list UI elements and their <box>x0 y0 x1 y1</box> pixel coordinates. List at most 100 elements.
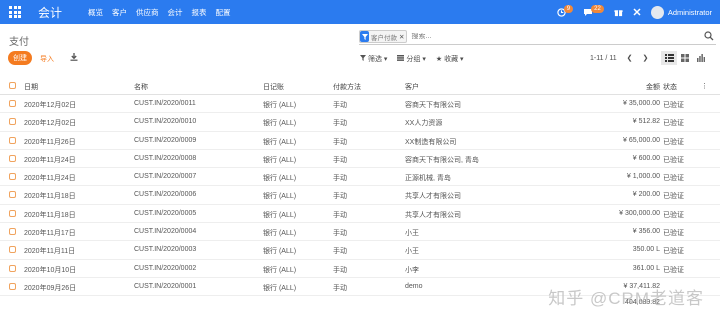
table-row[interactable]: 2020年10月10日 CUST.IN/2020/0002 银行 (ALL) 手动 小李… <box>0 260 720 278</box>
funnel-icon <box>360 55 366 61</box>
cell-payment-method: 手动 <box>333 175 347 183</box>
column-options-icon[interactable]: ⋮ <box>701 82 708 90</box>
cell-journal: 银行 (ALL) <box>263 284 297 292</box>
table-row[interactable]: 2020年11月24日 CUST.IN/2020/0007 银行 (ALL) 手动 正源… <box>0 168 720 187</box>
pager-previous-icon[interactable]: ❮ <box>627 54 633 62</box>
cell-customer: 正源机械, 青岛 <box>405 175 451 183</box>
row-checkbox[interactable] <box>9 191 16 199</box>
cell-amount: 350.00 L <box>632 246 660 254</box>
row-checkbox[interactable] <box>9 264 16 272</box>
row-checkbox[interactable] <box>9 228 16 236</box>
cell-status: 已验证 <box>663 120 684 128</box>
activity-button[interactable]: 9 <box>557 5 574 17</box>
row-checkbox[interactable] <box>9 154 16 162</box>
pager-next-icon[interactable]: ❯ <box>642 54 648 62</box>
graph-view-icon[interactable] <box>693 51 709 65</box>
cell-date: 2020年11月24日 <box>24 156 76 164</box>
cell-status: 已验证 <box>663 175 684 183</box>
list-view-icon[interactable] <box>661 51 677 65</box>
cell-journal: 银行 (ALL) <box>263 230 297 238</box>
cell-payment-method: 手动 <box>333 248 347 256</box>
download-button[interactable] <box>70 53 78 63</box>
layers-icon <box>397 55 405 61</box>
search-icon[interactable] <box>704 31 714 41</box>
row-checkbox[interactable] <box>9 246 16 254</box>
table-row[interactable]: 2020年11月18日 CUST.IN/2020/0006 银行 (ALL) 手动 共享… <box>0 186 720 205</box>
table-row[interactable]: 2020年11月17日 CUST.IN/2020/0004 银行 (ALL) 手动 小王… <box>0 223 720 242</box>
cell-date: 2020年11月24日 <box>24 175 76 183</box>
messages-button[interactable]: 22 <box>583 5 604 17</box>
header-name[interactable]: 名称 <box>134 82 148 92</box>
gift-icon <box>614 9 623 17</box>
table-row[interactable]: 2020年12月02日 CUST.IN/2020/0010 银行 (ALL) 手动 XX… <box>0 113 720 132</box>
cell-journal: 银行 (ALL) <box>263 156 297 164</box>
header-customer[interactable]: 客户 <box>405 82 419 92</box>
row-checkbox[interactable] <box>9 282 16 290</box>
cell-customer: 容商天下有限公司, 青岛 <box>405 156 479 164</box>
table-row[interactable]: 2020年11月24日 CUST.IN/2020/0008 银行 (ALL) 手动 容商… <box>0 150 720 169</box>
menu-item-accounting[interactable]: 会计 <box>168 7 183 18</box>
cell-payment-method: 手动 <box>333 138 347 146</box>
message-badge: 22 <box>591 5 604 13</box>
cell-status: 已验证 <box>663 156 684 164</box>
header-status[interactable]: 状态 <box>663 82 677 92</box>
breadcrumb: 支付 <box>9 37 29 48</box>
cell-journal: 银行 (ALL) <box>263 211 297 219</box>
table-row[interactable]: 2020年11月26日 CUST.IN/2020/0009 银行 (ALL) 手动 XX… <box>0 131 720 150</box>
close-icon <box>633 8 641 16</box>
gift-button[interactable] <box>614 8 623 17</box>
row-checkbox[interactable] <box>9 209 16 217</box>
create-button[interactable]: 创建 <box>8 51 32 65</box>
activity-badge: 9 <box>563 5 574 13</box>
cell-amount: ¥ 65,000.00 <box>623 136 660 144</box>
menu-item-reports[interactable]: 报表 <box>192 7 207 18</box>
table-row[interactable]: 2020年11月11日 CUST.IN/2020/0003 银行 (ALL) 手动 小王… <box>0 241 720 260</box>
cell-journal: 银行 (ALL) <box>263 102 297 109</box>
table-row[interactable]: 2020年12月02日 CUST.IN/2020/0011 银行 (ALL) 手动 容商… <box>0 95 720 114</box>
avatar <box>650 5 664 19</box>
row-checkbox[interactable] <box>9 136 16 144</box>
table-row[interactable]: 2020年11月18日 CUST.IN/2020/0005 银行 (ALL) 手动 共享… <box>0 204 720 224</box>
row-checkbox[interactable] <box>9 118 16 126</box>
group-dropdown[interactable]: 分组 ▾ <box>397 54 426 64</box>
row-checkbox[interactable] <box>9 173 16 181</box>
cell-status: 已验证 <box>663 102 684 109</box>
menu-item-vendors[interactable]: 供应商 <box>136 7 159 18</box>
menu-item-configuration[interactable]: 配置 <box>216 7 231 18</box>
cell-date: 2020年12月02日 <box>24 120 77 128</box>
header-amount[interactable]: 金额 <box>646 82 660 92</box>
menu-item-customers[interactable]: 客户 <box>112 7 127 18</box>
import-button[interactable]: 导入 <box>40 54 54 64</box>
cell-payment-method: 手动 <box>333 102 347 109</box>
apps-menu-icon[interactable] <box>9 6 21 18</box>
filter-dropdown[interactable]: 筛选 ▾ <box>360 54 387 64</box>
kanban-view-icon[interactable] <box>677 51 693 65</box>
header-journal[interactable]: 日记账 <box>263 82 284 92</box>
cell-date: 2020年11月18日 <box>24 211 76 219</box>
close-button[interactable] <box>633 8 641 16</box>
pager-value[interactable]: 1-11 / 11 <box>590 55 617 62</box>
menu-item-overview[interactable]: 概览 <box>88 7 103 18</box>
cell-amount: 361.00 L <box>632 264 660 272</box>
user-name: Administrator <box>667 7 712 17</box>
header-date[interactable]: 日期 <box>24 82 38 92</box>
search-input[interactable] <box>411 33 716 40</box>
cell-amount: ¥ 200.00 <box>632 191 660 199</box>
cell-date: 2020年10月10日 <box>24 266 77 274</box>
cell-customer: 小王 <box>405 230 419 238</box>
favorite-dropdown[interactable]: ★ 收藏 ▾ <box>436 54 464 64</box>
select-all-checkbox[interactable] <box>9 82 16 89</box>
cell-amount: ¥ 356.00 <box>632 228 660 236</box>
cell-journal: 银行 (ALL) <box>263 138 297 146</box>
cell-payment-method: 手动 <box>333 120 347 128</box>
header-payment-method[interactable]: 付款方法 <box>333 82 361 92</box>
cell-customer: 容商天下有限公司 <box>405 102 461 109</box>
payments-table: 日期 名称 日记账 付款方法 客户 金额 状态 ⋮ 2020年12月02日 CUS… <box>0 77 720 312</box>
row-checkbox[interactable] <box>9 100 16 107</box>
cell-name: CUST.IN/2020/0009 <box>134 136 197 144</box>
cell-payment-method: 手动 <box>333 284 347 292</box>
facet-remove-icon[interactable]: ✕ <box>399 33 406 41</box>
user-menu[interactable]: Administrator <box>650 5 712 19</box>
app-brand[interactable]: 会计 <box>38 4 62 21</box>
filter-label: 筛选 <box>367 56 382 63</box>
